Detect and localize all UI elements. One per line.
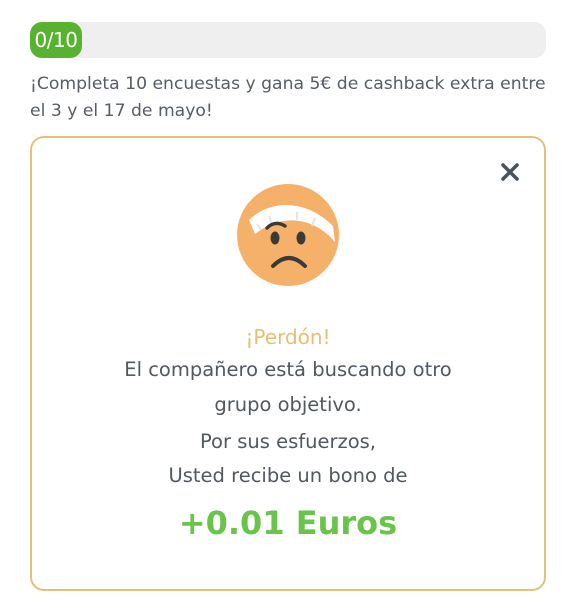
message-line-1: El compañero está buscando otro [124, 358, 452, 381]
reward-line-1: Por sus esfuerzos, [199, 430, 376, 453]
bonus-amount: +0.01 Euros [178, 504, 398, 542]
message-line-2: grupo objetivo. [214, 393, 362, 416]
progress-fill: 0/10 [30, 22, 82, 58]
close-icon[interactable] [498, 160, 522, 184]
survey-progress-bar: 0/10 [30, 22, 546, 58]
result-card: ¡Perdón! El compañero está buscando otro… [30, 136, 546, 591]
reward-line-2: Usted recibe un bono de [168, 464, 408, 487]
progress-label: 0/10 [34, 28, 78, 52]
cashback-promo-text: ¡Completa 10 encuestas y gana 5€ de cash… [30, 74, 546, 121]
sorry-title: ¡Perdón! [245, 325, 331, 349]
injured-face-icon [235, 182, 341, 288]
